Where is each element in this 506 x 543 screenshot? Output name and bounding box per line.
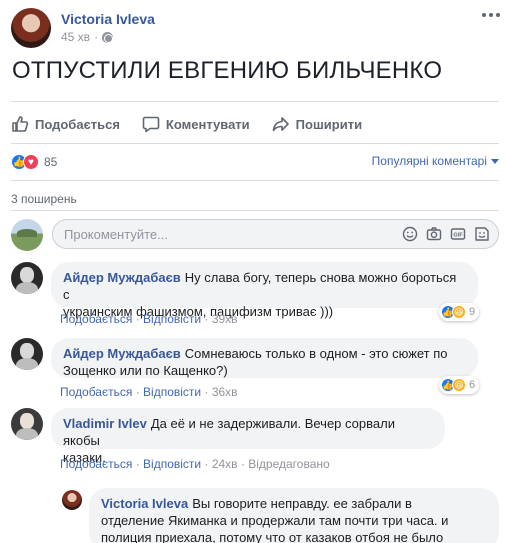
comment-like-link[interactable]: Подобається xyxy=(60,312,132,326)
comment-actions: Подобається · Відповісти · 36хв xyxy=(60,385,238,399)
divider xyxy=(11,180,499,181)
separator: · xyxy=(94,30,99,44)
reaction-count: 6 xyxy=(469,379,476,391)
sort-label: Популярні коментарі xyxy=(371,154,487,168)
comment-reactions[interactable]: 👍 😆 6 xyxy=(439,376,480,394)
reaction-count[interactable]: 85 xyxy=(44,155,57,169)
share-label: Поширити xyxy=(295,116,363,132)
share-icon xyxy=(272,117,289,132)
post-text: ОТПУСТИЛИ ЕВГЕНИЮ БИЛЬЧЕНКО xyxy=(12,57,443,84)
comment-reply-link[interactable]: Відповісти xyxy=(143,385,201,399)
comment-reply-link[interactable]: Відповісти xyxy=(143,457,201,471)
comment-actions: Подобається · Відповісти · 39хв xyxy=(60,312,238,326)
commenter-name[interactable]: Victoria Ivleva xyxy=(101,496,188,511)
separator: · xyxy=(135,457,144,471)
like-label: Подобається xyxy=(35,116,120,132)
separator: · xyxy=(135,385,144,399)
commenter-avatar[interactable] xyxy=(11,262,43,294)
divider xyxy=(11,101,499,102)
comment-actions: Подобається · Відповісти · 24хв · Відред… xyxy=(60,457,330,471)
author-avatar[interactable] xyxy=(11,8,51,48)
gif-icon[interactable]: GIF xyxy=(450,226,466,242)
comment-text: Сомневаюсь только в одном - это сюжет по xyxy=(184,346,448,361)
haha-reaction-icon: 😆 xyxy=(452,378,466,392)
comment-label: Коментувати xyxy=(165,116,250,132)
comment-text-line3: полиция приехала, потому что от казаков … xyxy=(101,530,444,543)
separator: · xyxy=(204,385,212,399)
comment-time[interactable]: 39хв xyxy=(212,312,238,326)
comment-bubble: Victoria Ivleva Вы говорите неправду. ее … xyxy=(89,488,499,543)
comment-icon xyxy=(142,116,160,133)
like-button[interactable]: Подобається xyxy=(11,108,120,140)
separator: · xyxy=(204,312,212,326)
more-icon[interactable] xyxy=(481,10,501,20)
globe-icon[interactable] xyxy=(102,31,114,43)
caret-down-icon xyxy=(491,158,499,164)
emoji-icon[interactable] xyxy=(402,226,418,242)
comment-bubble: Vladimir Ivlev Да её и не задерживали. Ве… xyxy=(51,408,445,465)
commenter-avatar[interactable] xyxy=(11,408,43,440)
divider xyxy=(11,143,499,144)
camera-icon[interactable] xyxy=(426,226,442,242)
love-reaction-icon: ♥ xyxy=(23,154,39,170)
commenter-name[interactable]: Айдер Муждабаєв xyxy=(63,270,181,285)
post-meta: 45 хв · xyxy=(61,30,114,44)
reaction-count: 9 xyxy=(469,306,476,318)
comment-composer: Прокоментуйте... GIF xyxy=(11,219,499,251)
comment-reactions[interactable]: 👍 😆 9 xyxy=(439,303,480,321)
author-name[interactable]: Victoria Ivleva xyxy=(61,11,155,27)
haha-reaction-icon: 😆 xyxy=(452,305,466,319)
commenter-name[interactable]: Vladimir Ivlev xyxy=(63,416,147,431)
post-time[interactable]: 45 хв xyxy=(61,30,90,44)
comment-bubble: Айдер Муждабаєв Сомневаюсь только в одном… xyxy=(51,338,478,378)
share-button[interactable]: Поширити xyxy=(272,108,362,140)
edited-label[interactable]: Відредаговано xyxy=(248,457,329,471)
comment-like-link[interactable]: Подобається xyxy=(60,457,132,471)
comment-time[interactable]: 24хв xyxy=(212,457,238,471)
comment-bubble: Айдер Муждабаєв Ну слава богу, теперь сно… xyxy=(51,262,478,319)
divider xyxy=(11,210,499,211)
separator: · xyxy=(135,312,144,326)
comment-text-line2: Зощенко или по Кащенко?) xyxy=(63,363,228,378)
commenter-avatar[interactable] xyxy=(11,338,43,370)
svg-text:GIF: GIF xyxy=(453,233,463,239)
comment-button[interactable]: Коментувати xyxy=(142,108,250,140)
current-user-avatar[interactable] xyxy=(11,219,43,251)
comment-text: Вы говорите неправду. ее забрали в xyxy=(192,496,412,511)
composer-icons: GIF xyxy=(402,226,490,242)
thumbs-up-icon xyxy=(12,116,29,132)
comment-reply-link[interactable]: Відповісти xyxy=(143,312,201,326)
comment-like-link[interactable]: Подобається xyxy=(60,385,132,399)
comment-text-line2: отделение Якиманка и продержали там почт… xyxy=(101,513,449,528)
sticker-icon[interactable] xyxy=(474,226,490,242)
post-actions: Подобається Коментувати Поширити xyxy=(11,108,499,140)
post-header: Victoria Ivleva 45 хв · xyxy=(11,8,501,48)
comment-time[interactable]: 36хв xyxy=(212,385,238,399)
shares-count[interactable]: 3 поширень xyxy=(11,192,77,206)
comment-placeholder: Прокоментуйте... xyxy=(64,227,168,242)
comment-input[interactable]: Прокоментуйте... GIF xyxy=(52,219,499,249)
comment-sort-dropdown[interactable]: Популярні коментарі xyxy=(372,154,499,168)
separator: · xyxy=(204,457,212,471)
commenter-avatar[interactable] xyxy=(62,490,82,510)
reactions-summary[interactable]: 👍 ♥ 85 Популярні коментарі xyxy=(11,152,499,172)
commenter-name[interactable]: Айдер Муждабаєв xyxy=(63,346,181,361)
